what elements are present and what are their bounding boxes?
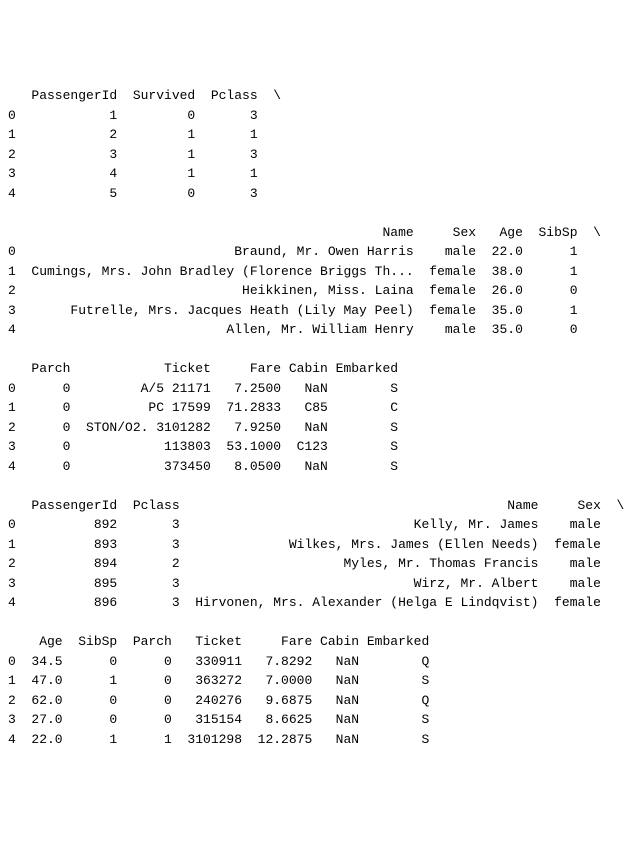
dataframe-output: PassengerId Survived Pclass \ 0 1 0 3 1 …: [8, 86, 618, 749]
